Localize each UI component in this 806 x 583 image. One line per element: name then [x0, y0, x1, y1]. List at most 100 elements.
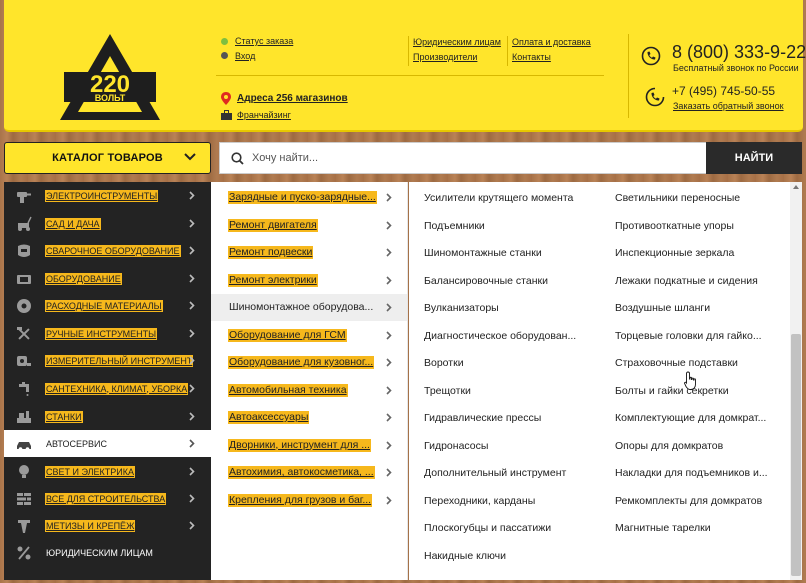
- sidebar-item-10[interactable]: АВТОСЕРВИС: [4, 430, 211, 457]
- car-icon: [17, 442, 31, 451]
- scrollbar-thumb[interactable]: [791, 334, 801, 576]
- sidebar-item-4[interactable]: ОБОРУДОВАНИЕ: [4, 265, 211, 292]
- manufacturers-link[interactable]: Производители: [413, 52, 477, 62]
- sidebar-item-11[interactable]: СВЕТ И ЭЛЕКТРИКА: [4, 458, 211, 485]
- payment-delivery-link[interactable]: Оплата и доставка: [512, 37, 591, 47]
- login-link[interactable]: Вход: [235, 51, 255, 61]
- chevron-right-icon: [189, 274, 195, 283]
- catalog-link[interactable]: Подъемники: [424, 220, 485, 233]
- sidebar-item-1[interactable]: ЭЛЕКТРОИНСТРУМЕНТЫ: [4, 182, 211, 209]
- catalog-link[interactable]: Торцевые головки для гайко...: [615, 330, 762, 343]
- catalog-link[interactable]: Гидронасосы: [424, 440, 488, 453]
- chevron-right-icon: [189, 467, 195, 476]
- chevron-right-icon: [189, 301, 195, 310]
- stores-link[interactable]: Адреса 256 магазинов: [237, 93, 348, 104]
- catalog-link[interactable]: Накладки для подъемников и...: [615, 467, 768, 480]
- legal-entities-link[interactable]: Юридическим лицам: [413, 37, 501, 47]
- logo-220-volt[interactable]: 220 ВОЛЬТ: [58, 32, 162, 124]
- catalog-link[interactable]: Опоры для домкратов: [615, 440, 723, 453]
- subcategory-label: Крепления для грузов и баг...: [228, 493, 373, 507]
- catalog-link[interactable]: Страховочные подставки: [615, 357, 738, 370]
- tape-measure-icon: [17, 356, 31, 366]
- subcategory-item[interactable]: Автоаксессуары: [211, 404, 407, 431]
- sidebar-item-12[interactable]: ВСЕ ДЛЯ СТРОИТЕЛЬСТВА: [4, 485, 211, 512]
- sidebar-item-label: РАСХОДНЫЕ МАТЕРИАЛЫ: [45, 299, 163, 312]
- catalog-link[interactable]: Накидные ключи: [424, 550, 506, 563]
- catalog-button[interactable]: КАТАЛОГ ТОВАРОВ: [4, 142, 211, 174]
- lawnmower-icon: [18, 216, 32, 231]
- search-input[interactable]: [252, 143, 692, 173]
- catalog-link[interactable]: Трещотки: [424, 385, 471, 398]
- location-pin-icon: [221, 92, 231, 105]
- subcategory-item[interactable]: Шиномонтажное оборудова...: [211, 294, 407, 321]
- sidebar-item-6[interactable]: РУЧНЫЕ ИНСТРУМЕНТЫ: [4, 320, 211, 347]
- catalog-link[interactable]: Шиномонтажные станки: [424, 247, 542, 260]
- catalog-link[interactable]: Магнитные тарелки: [615, 522, 711, 535]
- subcategory-item[interactable]: Зарядные и пуско-зарядные...: [211, 184, 407, 211]
- chevron-right-icon: [386, 303, 392, 312]
- chevron-right-icon: [189, 246, 195, 255]
- sidebar-item-label: СВЕТ И ЭЛЕКТРИКА: [45, 465, 136, 478]
- sidebar-item-3[interactable]: СВАРОЧНОЕ ОБОРУДОВАНИЕ: [4, 237, 211, 264]
- contacts-link[interactable]: Контакты: [512, 52, 551, 62]
- sidebar-item-8[interactable]: САНТЕХНИКА, КЛИМАТ, УБОРКА: [4, 375, 211, 402]
- catalog-link[interactable]: Светильники переносные: [615, 192, 740, 205]
- chevron-down-icon: [184, 153, 196, 161]
- header-hline: [216, 75, 604, 76]
- subcategory-item[interactable]: Дворники, инструмент для ...: [211, 432, 407, 459]
- sidebar-item-label: ЮРИДИЧЕСКИМ ЛИЦАМ: [46, 547, 153, 558]
- catalog-link[interactable]: Инспекционные зеркала: [615, 247, 734, 260]
- chevron-right-icon: [189, 412, 195, 421]
- subcategory-item[interactable]: Ремонт подвески: [211, 239, 407, 266]
- phone-main[interactable]: 8 (800) 333-9-220: [672, 42, 806, 63]
- sidebar-item-label: СВАРОЧНОЕ ОБОРУДОВАНИЕ: [45, 244, 181, 257]
- catalog-link[interactable]: Усилители крутящего момента: [424, 192, 573, 205]
- catalog-link[interactable]: Балансировочные станки: [424, 275, 548, 288]
- sidebar-item-13[interactable]: МЕТИЗЫ И КРЕПЁЖ: [4, 512, 211, 539]
- order-status-link[interactable]: Статус заказа: [235, 36, 293, 46]
- catalog-link[interactable]: Воздушные шланги: [615, 302, 710, 315]
- catalog-link[interactable]: Дополнительный инструмент: [424, 467, 566, 480]
- sidebar-item-9[interactable]: СТАНКИ: [4, 403, 211, 430]
- phone-moscow[interactable]: +7 (495) 745-50-55: [672, 84, 775, 98]
- phone-main-caption: Бесплатный звонок по России: [673, 63, 799, 73]
- chevron-right-icon: [386, 413, 392, 422]
- subcategory-item[interactable]: Оборудование для ГСМ: [211, 322, 407, 349]
- sidebar-item-7[interactable]: ИЗМЕРИТЕЛЬНЫЙ ИНСТРУМЕНТ: [4, 347, 211, 374]
- catalog-link[interactable]: Комплектующие для домкрат...: [615, 412, 766, 425]
- catalog-link[interactable]: Ремкомплекты для домкратов: [615, 495, 762, 508]
- franchise-link[interactable]: Франчайзинг: [237, 110, 291, 120]
- subcategory-item[interactable]: Ремонт электрики: [211, 267, 407, 294]
- catalog-link[interactable]: Болты и гайки секретки: [615, 385, 729, 398]
- chevron-right-icon: [189, 219, 195, 228]
- subcategory-item[interactable]: Автохимия, автокосметика, ...: [211, 459, 407, 486]
- catalog-link[interactable]: Диагностическое оборудован...: [424, 330, 576, 343]
- catalog-link[interactable]: Лежаки подкатные и сидения: [615, 275, 758, 288]
- subcategory-item[interactable]: Автомобильная техника: [211, 377, 407, 404]
- screw-icon: [18, 520, 30, 533]
- catalog-link[interactable]: Переходники, карданы: [424, 495, 535, 508]
- catalog-link[interactable]: Вулканизаторы: [424, 302, 499, 315]
- percent-icon: [17, 546, 31, 560]
- catalog-link[interactable]: Плоскогубцы и пассатижи: [424, 522, 551, 535]
- subcategory-label: Автомобильная техника: [228, 383, 348, 397]
- search-button[interactable]: НАЙТИ: [706, 142, 802, 174]
- subcategory-item[interactable]: Оборудование для кузовног...: [211, 349, 407, 376]
- subcategory-item[interactable]: Крепления для грузов и баг...: [211, 487, 407, 514]
- sidebar-item-14[interactable]: ЮРИДИЧЕСКИМ ЛИЦАМ: [4, 539, 211, 566]
- sidebar-item-5[interactable]: РАСХОДНЫЕ МАТЕРИАЛЫ: [4, 292, 211, 319]
- briefcase-icon: [221, 110, 232, 120]
- catalog-link[interactable]: Противооткатные упоры: [615, 220, 734, 233]
- sidebar-item-2[interactable]: САД И ДАЧА: [4, 210, 211, 237]
- scroll-up-icon[interactable]: [793, 185, 799, 189]
- bricks-icon: [17, 493, 31, 505]
- callback-link[interactable]: Заказать обратный звонок: [673, 101, 784, 111]
- chevron-right-icon: [386, 468, 392, 477]
- subcategory-label: Оборудование для кузовног...: [228, 356, 375, 369]
- scrollbar[interactable]: [790, 182, 802, 580]
- subcategory-item[interactable]: Ремонт двигателя: [211, 212, 407, 239]
- subcategory-label: Автохимия, автокосметика, ...: [228, 466, 375, 479]
- search-bar: НАЙТИ: [219, 142, 802, 174]
- catalog-link[interactable]: Гидравлические прессы: [424, 412, 541, 425]
- catalog-link[interactable]: Воротки: [424, 357, 464, 370]
